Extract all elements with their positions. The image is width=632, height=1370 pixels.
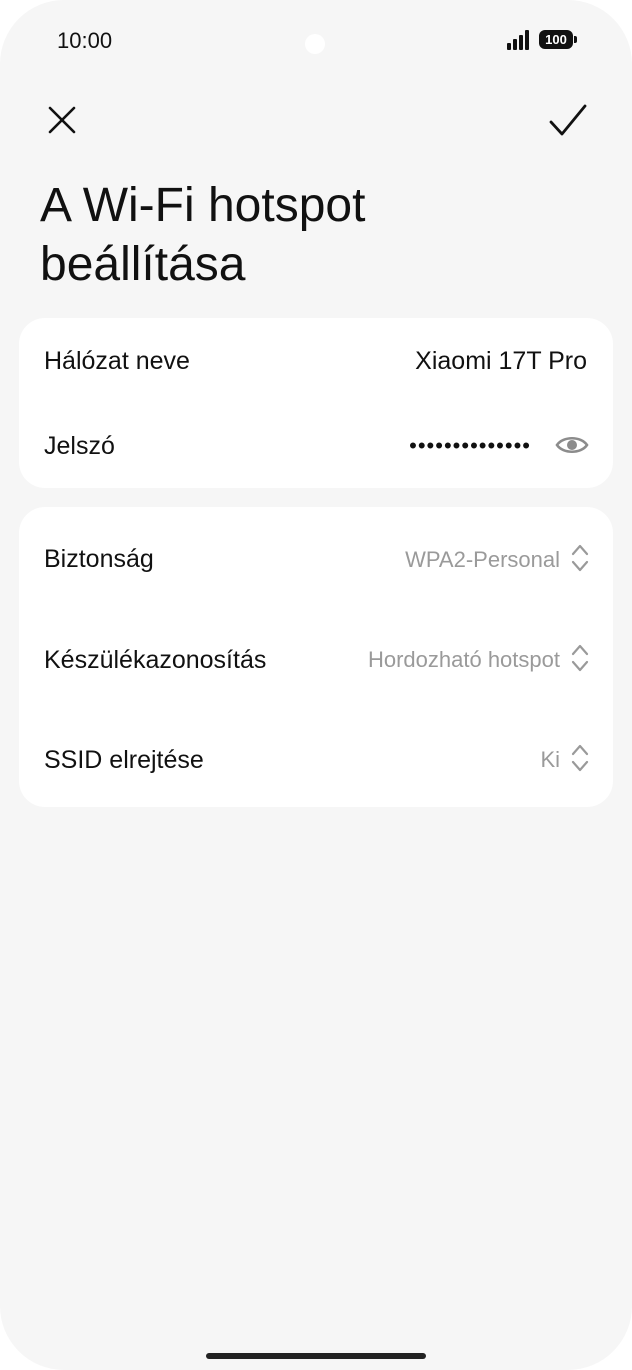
confirm-button[interactable] bbox=[544, 96, 592, 144]
hotspot-settings-card: Biztonság WPA2-Personal Készülékazonosít… bbox=[19, 507, 613, 807]
chevron-updown-icon bbox=[571, 644, 589, 672]
network-name-value: Xiaomi 17T Pro bbox=[415, 347, 587, 375]
chevron-updown-icon bbox=[571, 744, 589, 772]
security-row[interactable]: Biztonság WPA2-Personal bbox=[19, 507, 613, 607]
security-label: Biztonság bbox=[44, 545, 154, 573]
password-label: Jelszó bbox=[44, 432, 115, 460]
network-card: Hálózat neve Xiaomi 17T Pro Jelszó •••••… bbox=[19, 318, 613, 488]
chevron-updown-icon bbox=[571, 544, 589, 572]
security-value: WPA2-Personal bbox=[405, 547, 560, 572]
page-title: A Wi-Fi hotspot beállítása bbox=[40, 179, 366, 291]
network-name-row[interactable]: Hálózat neve Xiaomi 17T Pro bbox=[19, 318, 613, 403]
close-button[interactable] bbox=[38, 96, 86, 144]
hide-ssid-label: SSID elrejtése bbox=[44, 746, 204, 774]
device-identification-label: Készülékazonosítás bbox=[44, 646, 267, 674]
password-row[interactable]: Jelszó •••••••••••••• bbox=[19, 403, 613, 488]
device-identification-value: Hordozható hotspot bbox=[367, 647, 560, 672]
network-name-label: Hálózat neve bbox=[44, 347, 190, 375]
status-bar: 10:00 100 bbox=[0, 0, 632, 80]
checkmark-icon bbox=[549, 104, 587, 136]
battery-icon: 100 bbox=[539, 30, 577, 49]
hide-ssid-value: Ki bbox=[540, 747, 560, 772]
password-value: •••••••••••••• bbox=[409, 433, 531, 458]
signal-icon bbox=[507, 30, 533, 50]
status-time: 10:00 bbox=[57, 28, 113, 53]
home-indicator[interactable] bbox=[206, 1353, 426, 1359]
eye-icon[interactable] bbox=[555, 433, 589, 457]
phone-screen: 10:00 100 A Wi-Fi hotspot beállítása Hál… bbox=[0, 0, 632, 1370]
close-icon bbox=[48, 106, 76, 134]
device-identification-row[interactable]: Készülékazonosítás Hordozható hotspot bbox=[19, 607, 613, 707]
hide-ssid-row[interactable]: SSID elrejtése Ki bbox=[19, 707, 613, 807]
front-camera bbox=[305, 34, 325, 54]
